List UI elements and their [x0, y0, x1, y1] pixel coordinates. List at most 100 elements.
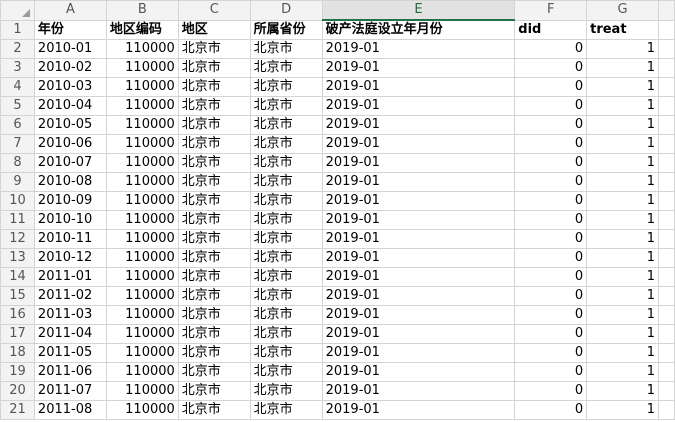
column-header-h[interactable] — [657, 0, 675, 21]
cell[interactable]: 北京市 — [249, 400, 323, 420]
cell[interactable]: 北京市 — [249, 172, 323, 192]
cell[interactable]: 110000 — [105, 305, 179, 325]
cell[interactable]: 0 — [514, 153, 588, 173]
cell[interactable]: 1 — [586, 381, 659, 401]
cell[interactable]: 1 — [586, 362, 659, 382]
cell[interactable]: 2010-11 — [33, 229, 107, 249]
cell[interactable] — [657, 248, 675, 268]
cell[interactable]: 2019-01 — [321, 324, 516, 344]
cell[interactable]: 0 — [514, 305, 588, 325]
cell[interactable]: 2011-08 — [33, 400, 107, 420]
cell[interactable]: 北京市 — [249, 324, 323, 344]
cell[interactable]: did — [514, 19, 588, 40]
cell[interactable]: 2019-01 — [321, 191, 516, 211]
cell[interactable]: 0 — [514, 229, 588, 249]
cell[interactable] — [657, 134, 675, 154]
cell[interactable]: 1 — [586, 324, 659, 344]
cell[interactable]: treat — [586, 19, 659, 40]
row-header[interactable]: 10 — [0, 191, 35, 211]
cell[interactable]: 北京市 — [177, 400, 251, 420]
cell[interactable]: 110000 — [105, 134, 179, 154]
row-header[interactable]: 5 — [0, 96, 35, 116]
cell[interactable]: 0 — [514, 191, 588, 211]
cell[interactable]: 1 — [586, 248, 659, 268]
cell[interactable]: 1 — [586, 39, 659, 59]
cell[interactable]: 2010-03 — [33, 77, 107, 97]
cell[interactable]: 2019-01 — [321, 134, 516, 154]
cell[interactable]: 0 — [514, 210, 588, 230]
cell[interactable]: 破产法庭设立年月份 — [321, 19, 516, 40]
cell[interactable] — [657, 115, 675, 135]
row-header[interactable]: 3 — [0, 58, 35, 78]
cell[interactable]: 0 — [514, 39, 588, 59]
row-header[interactable]: 8 — [0, 153, 35, 173]
row-header[interactable]: 12 — [0, 229, 35, 249]
cell[interactable]: 1 — [586, 286, 659, 306]
cell[interactable]: 北京市 — [177, 153, 251, 173]
cell[interactable] — [657, 210, 675, 230]
cell[interactable]: 110000 — [105, 153, 179, 173]
cell[interactable]: 北京市 — [177, 191, 251, 211]
cell[interactable] — [657, 19, 675, 40]
cell[interactable]: 北京市 — [177, 286, 251, 306]
cell[interactable]: 2019-01 — [321, 229, 516, 249]
cell[interactable]: 0 — [514, 400, 588, 420]
cell[interactable]: 1 — [586, 172, 659, 192]
cell[interactable]: 北京市 — [177, 305, 251, 325]
cell[interactable]: 2019-01 — [321, 248, 516, 268]
row-header[interactable]: 20 — [0, 381, 35, 401]
cell[interactable] — [657, 324, 675, 344]
cell[interactable]: 北京市 — [249, 77, 323, 97]
cell[interactable]: 110000 — [105, 96, 179, 116]
cell[interactable]: 0 — [514, 172, 588, 192]
cell[interactable]: 1 — [586, 58, 659, 78]
cell[interactable]: 110000 — [105, 58, 179, 78]
cell[interactable]: 北京市 — [249, 210, 323, 230]
row-header[interactable]: 15 — [0, 286, 35, 306]
cell[interactable]: 110000 — [105, 77, 179, 97]
cell[interactable]: 北京市 — [177, 343, 251, 363]
column-header-c[interactable]: C — [177, 0, 251, 21]
cell[interactable] — [657, 305, 675, 325]
cell[interactable] — [657, 172, 675, 192]
cell[interactable]: 北京市 — [177, 77, 251, 97]
cell[interactable] — [657, 96, 675, 116]
cell[interactable]: 1 — [586, 191, 659, 211]
cell[interactable]: 110000 — [105, 210, 179, 230]
cell[interactable]: 2019-01 — [321, 381, 516, 401]
cell[interactable]: 北京市 — [177, 134, 251, 154]
cell[interactable]: 地区编码 — [105, 19, 179, 40]
cell[interactable] — [657, 381, 675, 401]
cell[interactable]: 2010-07 — [33, 153, 107, 173]
cell[interactable]: 0 — [514, 96, 588, 116]
row-header[interactable]: 1 — [0, 19, 35, 40]
row-header[interactable]: 9 — [0, 172, 35, 192]
cell[interactable]: 2019-01 — [321, 362, 516, 382]
cell[interactable]: 110000 — [105, 362, 179, 382]
cell[interactable]: 2010-02 — [33, 58, 107, 78]
column-header-b[interactable]: B — [105, 0, 179, 21]
cell[interactable]: 2019-01 — [321, 286, 516, 306]
cell[interactable]: 1 — [586, 134, 659, 154]
cell[interactable]: 北京市 — [249, 229, 323, 249]
cell[interactable]: 北京市 — [249, 362, 323, 382]
column-header-a[interactable]: A — [33, 0, 107, 21]
cell[interactable]: 2011-06 — [33, 362, 107, 382]
cell[interactable]: 2010-12 — [33, 248, 107, 268]
cell[interactable]: 北京市 — [177, 115, 251, 135]
cell[interactable]: 2019-01 — [321, 39, 516, 59]
cell[interactable]: 0 — [514, 343, 588, 363]
column-header-g[interactable]: G — [586, 0, 659, 21]
cell[interactable]: 北京市 — [177, 381, 251, 401]
cell[interactable]: 年份 — [33, 19, 107, 40]
cell[interactable]: 110000 — [105, 115, 179, 135]
cell[interactable]: 地区 — [177, 19, 251, 40]
cell[interactable]: 110000 — [105, 172, 179, 192]
cell[interactable]: 0 — [514, 134, 588, 154]
cell[interactable]: 2011-01 — [33, 267, 107, 287]
cell[interactable]: 北京市 — [177, 96, 251, 116]
cell[interactable]: 110000 — [105, 229, 179, 249]
cell[interactable]: 北京市 — [177, 267, 251, 287]
cell[interactable]: 北京市 — [249, 191, 323, 211]
cell[interactable] — [657, 39, 675, 59]
